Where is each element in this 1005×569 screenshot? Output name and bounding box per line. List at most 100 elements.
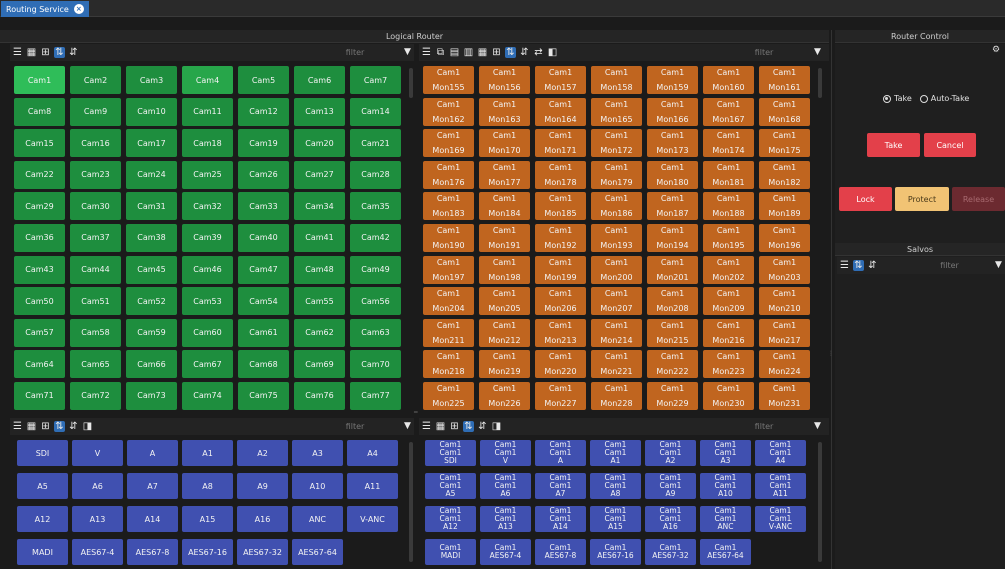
- video-source-button[interactable]: Cam35: [350, 192, 401, 221]
- video-destination-button[interactable]: Cam1 Mon200: [591, 255, 642, 284]
- video-destination-button[interactable]: Cam1 Mon209: [703, 287, 754, 316]
- video-source-button[interactable]: Cam27: [294, 160, 345, 189]
- video-source-button[interactable]: Cam49: [350, 255, 401, 284]
- columns-icon[interactable]: ▥: [463, 47, 474, 58]
- audio-destination-button[interactable]: Cam1 AES67-4: [480, 539, 531, 565]
- audio-source-button[interactable]: A15: [182, 506, 233, 532]
- video-destination-button[interactable]: Cam1 Mon191: [479, 223, 530, 252]
- video-source-button[interactable]: Cam56: [350, 287, 401, 316]
- audio-destination-button[interactable]: Cam1 Cam1 A1: [590, 440, 641, 466]
- video-source-button[interactable]: Cam17: [126, 129, 177, 158]
- video-source-button[interactable]: Cam15: [14, 129, 65, 158]
- video-source-button[interactable]: Cam70: [350, 350, 401, 379]
- document-icon[interactable]: ▤: [449, 47, 460, 58]
- lock-button[interactable]: Lock: [839, 187, 892, 211]
- video-destinations-filter[interactable]: filter: [734, 46, 794, 59]
- filter-funnel-icon[interactable]: ▼: [813, 46, 822, 59]
- sort-asc-icon[interactable]: ⇅: [463, 421, 474, 432]
- audio-source-button[interactable]: AES67-4: [72, 539, 123, 565]
- video-source-button[interactable]: Cam58: [70, 318, 121, 347]
- grid-view-icon[interactable]: ⊞: [40, 47, 51, 58]
- video-source-button[interactable]: Cam50: [14, 287, 65, 316]
- video-destination-button[interactable]: Cam1 Mon219: [479, 350, 530, 379]
- audio-destinations-filter[interactable]: filter: [734, 420, 794, 433]
- panel-divider[interactable]: [831, 30, 832, 569]
- take-button[interactable]: Take: [867, 133, 920, 157]
- filter-funnel-icon[interactable]: ▼: [403, 46, 412, 59]
- sort-desc-icon[interactable]: ⇵: [519, 47, 530, 58]
- lock-icon[interactable]: ◧: [547, 47, 558, 58]
- video-source-button[interactable]: Cam74: [182, 381, 233, 410]
- video-destination-button[interactable]: Cam1 Mon176: [423, 160, 474, 189]
- video-source-button[interactable]: Cam69: [294, 350, 345, 379]
- protect-button[interactable]: Protect: [895, 187, 949, 211]
- auto-take-mode-radio[interactable]: Auto-Take: [919, 94, 969, 103]
- video-source-button[interactable]: Cam64: [14, 350, 65, 379]
- audio-source-button[interactable]: A2: [237, 440, 288, 466]
- video-destination-button[interactable]: Cam1 Mon193: [591, 223, 642, 252]
- tile-view-icon[interactable]: ▦: [435, 421, 446, 432]
- audio-destination-button[interactable]: Cam1 Cam1 A5: [425, 473, 476, 499]
- video-destination-button[interactable]: Cam1 Mon215: [647, 318, 698, 347]
- video-destination-button[interactable]: Cam1 Mon186: [591, 192, 642, 221]
- video-destination-button[interactable]: Cam1 Mon182: [759, 160, 810, 189]
- sort-asc-icon[interactable]: ⇅: [54, 421, 65, 432]
- video-destination-button[interactable]: Cam1 Mon214: [591, 318, 642, 347]
- video-source-button[interactable]: Cam4: [182, 66, 233, 94]
- video-source-button[interactable]: Cam19: [238, 129, 289, 158]
- video-destination-button[interactable]: Cam1 Mon175: [759, 129, 810, 158]
- audio-source-button[interactable]: A12: [17, 506, 68, 532]
- audio-source-button[interactable]: A11: [347, 473, 398, 499]
- audio-source-button[interactable]: A: [127, 440, 178, 466]
- video-destination-button[interactable]: Cam1 Mon158: [591, 66, 642, 94]
- video-destination-button[interactable]: Cam1 Mon230: [703, 381, 754, 410]
- video-destination-button[interactable]: Cam1 Mon188: [703, 192, 754, 221]
- video-destination-button[interactable]: Cam1 Mon185: [535, 192, 586, 221]
- video-source-button[interactable]: Cam34: [294, 192, 345, 221]
- video-source-button[interactable]: Cam68: [238, 350, 289, 379]
- audio-source-button[interactable]: A3: [292, 440, 343, 466]
- video-source-button[interactable]: Cam75: [238, 381, 289, 410]
- filter-funnel-icon[interactable]: ▼: [813, 420, 822, 433]
- video-source-button[interactable]: Cam20: [294, 129, 345, 158]
- video-destination-button[interactable]: Cam1 Mon171: [535, 129, 586, 158]
- video-source-button[interactable]: Cam24: [126, 160, 177, 189]
- audio-source-button[interactable]: A7: [127, 473, 178, 499]
- video-source-button[interactable]: Cam41: [294, 223, 345, 252]
- audio-destination-button[interactable]: Cam1 AES67-64: [700, 539, 751, 565]
- video-destinations-scrollbar[interactable]: [818, 68, 822, 98]
- audio-destination-button[interactable]: Cam1 Cam1 V: [480, 440, 531, 466]
- video-source-button[interactable]: Cam23: [70, 160, 121, 189]
- sort-asc-icon[interactable]: ⇅: [853, 260, 864, 271]
- video-source-button[interactable]: Cam26: [238, 160, 289, 189]
- video-destination-button[interactable]: Cam1 Mon166: [647, 97, 698, 126]
- video-destination-button[interactable]: Cam1 Mon165: [591, 97, 642, 126]
- audio-source-button[interactable]: A13: [72, 506, 123, 532]
- video-destination-button[interactable]: Cam1 Mon203: [759, 255, 810, 284]
- audio-destination-button[interactable]: Cam1 AES67-32: [645, 539, 696, 565]
- audio-destination-button[interactable]: Cam1 Cam1 A3: [700, 440, 751, 466]
- video-destination-button[interactable]: Cam1 Mon228: [591, 381, 642, 410]
- audio-source-button[interactable]: A16: [237, 506, 288, 532]
- video-source-button[interactable]: Cam28: [350, 160, 401, 189]
- audio-source-button[interactable]: A4: [347, 440, 398, 466]
- video-source-button[interactable]: Cam31: [126, 192, 177, 221]
- tile-view-icon[interactable]: ▦: [26, 421, 37, 432]
- tab-routing-service[interactable]: Routing Service ×: [1, 1, 89, 17]
- audio-destinations-scrollbar[interactable]: [818, 442, 822, 562]
- video-destination-button[interactable]: Cam1 Mon177: [479, 160, 530, 189]
- video-destination-button[interactable]: Cam1 Mon187: [647, 192, 698, 221]
- audio-destination-button[interactable]: Cam1 AES67-16: [590, 539, 641, 565]
- video-source-button[interactable]: Cam36: [14, 223, 65, 252]
- video-source-button[interactable]: Cam73: [126, 381, 177, 410]
- video-destination-button[interactable]: Cam1 Mon204: [423, 287, 474, 316]
- audio-source-button[interactable]: A1: [182, 440, 233, 466]
- audio-destination-button[interactable]: Cam1 MADI: [425, 539, 476, 565]
- video-destination-button[interactable]: Cam1 Mon163: [479, 97, 530, 126]
- video-source-button[interactable]: Cam62: [294, 318, 345, 347]
- video-source-button[interactable]: Cam54: [238, 287, 289, 316]
- video-destination-button[interactable]: Cam1 Mon162: [423, 97, 474, 126]
- video-destination-button[interactable]: Cam1 Mon198: [479, 255, 530, 284]
- audio-destination-button[interactable]: Cam1 Cam1 A16: [645, 506, 696, 532]
- filter-funnel-icon[interactable]: ▼: [403, 420, 412, 433]
